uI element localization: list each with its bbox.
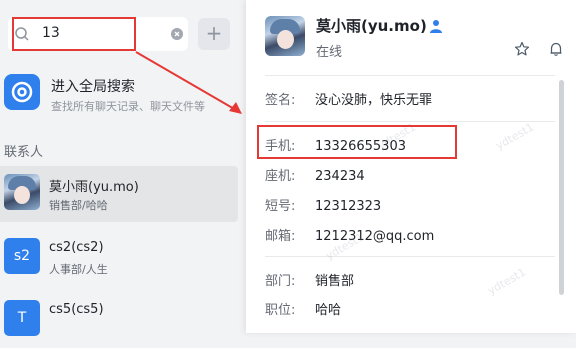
divider: [265, 256, 555, 257]
profile-name: 莫小雨(yu.mo): [316, 17, 427, 35]
contact-name: cs5(cs5): [49, 302, 104, 317]
profile-row-shortcode: 短号: 12312323: [265, 195, 381, 214]
person-icon: [430, 20, 442, 33]
field-value[interactable]: 234234: [315, 169, 365, 184]
bell-icon[interactable]: [548, 41, 564, 57]
field-value[interactable]: 1212312@qq.com: [315, 229, 434, 244]
global-search-item[interactable]: 进入全局搜索 查找所有聊天记录、聊天文件等: [0, 68, 246, 124]
phone-highlight-box: [257, 125, 457, 159]
contact-dept: 销售部/哈哈: [49, 199, 108, 212]
contact-item[interactable]: T cs5(cs5): [0, 292, 238, 348]
contact-item[interactable]: 莫小雨(yu.mo) 销售部/哈哈: [0, 166, 238, 222]
profile-row-department: 部门: 销售部: [265, 270, 354, 289]
field-value: 销售部: [315, 274, 355, 289]
profile-row-position: 职位: 哈哈: [265, 299, 341, 318]
global-search-title: 进入全局搜索: [51, 79, 135, 95]
field-value: 没心没肺，快乐无罪: [315, 93, 433, 108]
search-highlight-box: [12, 17, 136, 51]
contact-dept: 人事部/人生: [49, 263, 108, 276]
profile-panel: 莫小雨(yu.mo) 在线 签名: 没心没肺，快乐无罪 手机: 1332665530…: [246, 0, 576, 333]
at-sign-icon: [11, 81, 33, 103]
field-value[interactable]: 12312323: [315, 199, 381, 214]
field-label: 签名:: [265, 93, 296, 108]
profile-avatar: [265, 16, 305, 56]
watermark: ydtest1: [493, 120, 537, 153]
avatar: [4, 174, 40, 210]
profile-row-landline: 座机: 234234: [265, 165, 365, 184]
field-label: 邮箱:: [265, 229, 296, 244]
avatar: T: [4, 300, 40, 336]
contact-item[interactable]: s2 cs2(cs2) 人事部/人生: [0, 230, 238, 286]
profile-status: 在线: [316, 45, 343, 60]
add-button[interactable]: +: [198, 18, 230, 50]
field-label: 短号:: [265, 199, 296, 214]
field-label: 座机:: [265, 169, 296, 184]
clear-icon[interactable]: [171, 28, 183, 40]
contact-name: cs2(cs2): [49, 240, 104, 255]
field-value: 哈哈: [315, 303, 342, 318]
field-label: 部门:: [265, 274, 296, 289]
divider: [265, 75, 555, 76]
field-label: 职位:: [265, 303, 296, 318]
star-icon[interactable]: [514, 41, 530, 57]
contacts-section-title: 联系人: [4, 145, 44, 160]
global-search-subtitle: 查找所有聊天记录、聊天文件等: [51, 100, 205, 113]
scrollbar[interactable]: [559, 80, 564, 295]
profile-row-signature: 签名: 没心没肺，快乐无罪: [265, 89, 432, 108]
global-search-avatar: [4, 74, 40, 110]
avatar: s2: [4, 238, 40, 274]
contact-name: 莫小雨(yu.mo): [49, 180, 139, 195]
plus-icon: +: [205, 21, 223, 45]
watermark: ydtest1: [485, 265, 529, 298]
